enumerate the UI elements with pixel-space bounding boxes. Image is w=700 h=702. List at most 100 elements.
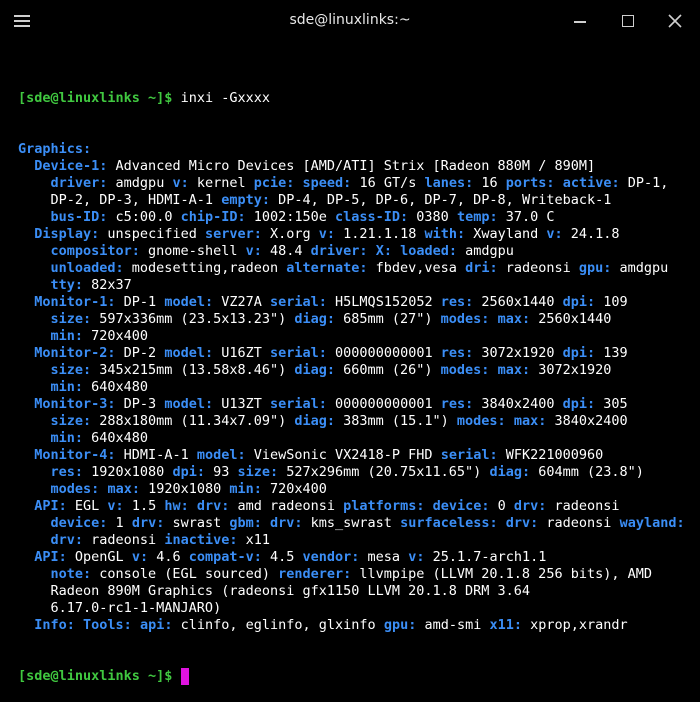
- output-value: 1.21.1.18: [335, 226, 425, 242]
- output-key: X:: [375, 243, 392, 259]
- output-line: Monitor-3: DP-3 model: U13ZT serial: 000…: [18, 396, 698, 413]
- minimize-icon: [574, 21, 586, 23]
- output-line: size: 597x336mm (23.5x13.23") diag: 685m…: [18, 311, 698, 328]
- output-key: modes:: [440, 362, 490, 378]
- output-value: [498, 515, 506, 531]
- output-line: Monitor-1: DP-1 model: VZ27A serial: H5L…: [18, 294, 698, 311]
- output-value: 383mm (15.1"): [335, 413, 457, 429]
- output-key: model:: [164, 294, 214, 310]
- output-value: [18, 311, 51, 327]
- output-line: Info: Tools: api: clinfo, eglinfo, glxin…: [18, 617, 698, 634]
- output-value: 345x215mm (13.58x8.46"): [91, 362, 295, 378]
- output-value: 604mm (23.8"): [530, 464, 644, 480]
- output-key: dpi:: [562, 345, 596, 361]
- output-key: surfaceless:: [400, 515, 498, 531]
- output-value: 0380: [408, 209, 457, 225]
- output-key: drv:: [50, 532, 84, 548]
- output-value: [18, 617, 34, 633]
- maximize-icon: [622, 15, 634, 27]
- output-line: Monitor-2: DP-2 model: U16ZT serial: 000…: [18, 345, 698, 362]
- output-key: diag:: [294, 413, 335, 429]
- output-key: min:: [229, 481, 262, 497]
- output-value: [18, 549, 34, 565]
- output-value: [18, 243, 51, 259]
- output-key: serial:: [270, 345, 327, 361]
- output-value: [18, 566, 51, 582]
- output-value: [18, 481, 51, 497]
- output-value: [18, 175, 51, 191]
- output-value: X.org: [261, 226, 319, 242]
- shell-prompt: [sde@linuxlinks ~]$: [18, 668, 173, 684]
- output-key: bus-ID:: [50, 209, 108, 225]
- output-value: DP-1,: [619, 175, 669, 191]
- output-key: hw:: [164, 498, 189, 514]
- output-key: gbm:: [229, 515, 262, 531]
- output-value: [489, 311, 497, 327]
- output-key: dpi:: [562, 294, 596, 310]
- output-value: [18, 498, 34, 514]
- output-key: size:: [50, 413, 92, 429]
- output-value: [18, 515, 51, 531]
- output-value: 527x296mm (20.75x11.65"): [278, 464, 490, 480]
- output-value: [18, 447, 34, 463]
- output-value: [18, 430, 51, 446]
- command-text: inxi -Gxxxx: [172, 90, 270, 106]
- output-value: 4.5: [261, 549, 303, 565]
- output-value: H5LMQS152052: [326, 294, 441, 310]
- output-key: serial:: [270, 294, 327, 310]
- output-line: min: 640x480: [18, 379, 698, 396]
- title-bar: sde@linuxlinks:~: [0, 0, 700, 42]
- minimize-button[interactable]: [569, 10, 591, 32]
- output-value: 3072x1920: [473, 345, 563, 361]
- output-value: [18, 209, 51, 225]
- output-key: driver:: [50, 175, 108, 191]
- command-output: Graphics: Device-1: Advanced Micro Devic…: [18, 141, 698, 634]
- output-key: temp:: [456, 209, 498, 225]
- output-key: v:: [107, 498, 124, 514]
- output-key: size:: [50, 362, 92, 378]
- output-value: x11: [237, 532, 270, 548]
- maximize-button[interactable]: [617, 10, 639, 32]
- terminal-output[interactable]: [sde@linuxlinks ~]$ inxi -Gxxxx Graphics…: [18, 56, 698, 702]
- active-prompt-line[interactable]: [sde@linuxlinks ~]$: [18, 668, 698, 685]
- output-key: dpi:: [172, 464, 205, 480]
- output-line: bus-ID: c5:00.0 chip-ID: 1002:150e class…: [18, 209, 698, 226]
- output-value: DP-4, DP-5, DP-6, DP-7, DP-8, Writeback-…: [269, 192, 612, 208]
- output-key: drv:: [513, 498, 547, 514]
- output-key: serial:: [270, 396, 327, 412]
- output-key: renderer:: [278, 566, 352, 582]
- output-key: API:: [34, 549, 67, 565]
- close-button[interactable]: [664, 10, 686, 32]
- output-key: v:: [245, 243, 262, 259]
- output-value: 720x400: [261, 481, 327, 497]
- output-key: with:: [424, 226, 466, 242]
- output-value: DP-1: [115, 294, 165, 310]
- output-key: model:: [196, 447, 246, 463]
- output-key: chip-ID:: [180, 209, 246, 225]
- output-line: API: EGL v: 1.5 hw: drv: amd radeonsi pl…: [18, 498, 698, 515]
- output-value: 109: [595, 294, 628, 310]
- output-value: amd radeonsi: [229, 498, 344, 514]
- output-key: gpu:: [578, 260, 612, 276]
- output-key: res:: [440, 294, 474, 310]
- output-value: HDMI-A-1: [115, 447, 197, 463]
- output-value: 685mm (27"): [335, 311, 441, 327]
- output-value: [18, 413, 51, 429]
- output-line: driver: amdgpu v: kernel pcie: speed: 16…: [18, 175, 698, 192]
- output-value: 640x480: [83, 379, 149, 395]
- output-value: 1920x1080: [83, 464, 173, 480]
- output-line: Radeon 890M Graphics (radeonsi gfx1150 L…: [18, 583, 698, 600]
- output-value: 16: [473, 175, 506, 191]
- output-key: res:: [440, 396, 474, 412]
- output-value: swrast: [164, 515, 230, 531]
- output-key: min:: [50, 430, 84, 446]
- output-key: lanes:: [424, 175, 474, 191]
- output-value: llvmpipe (LLVM 20.1.8 256 bits), AMD: [351, 566, 652, 582]
- output-value: 48.4: [261, 243, 311, 259]
- output-key: note:: [50, 566, 92, 582]
- output-line: size: 345x215mm (13.58x8.46") diag: 660m…: [18, 362, 698, 379]
- output-key: max:: [513, 413, 547, 429]
- output-line: Graphics:: [18, 141, 698, 158]
- output-key: inactive:: [164, 532, 238, 548]
- window-title: sde@linuxlinks:~: [289, 12, 411, 28]
